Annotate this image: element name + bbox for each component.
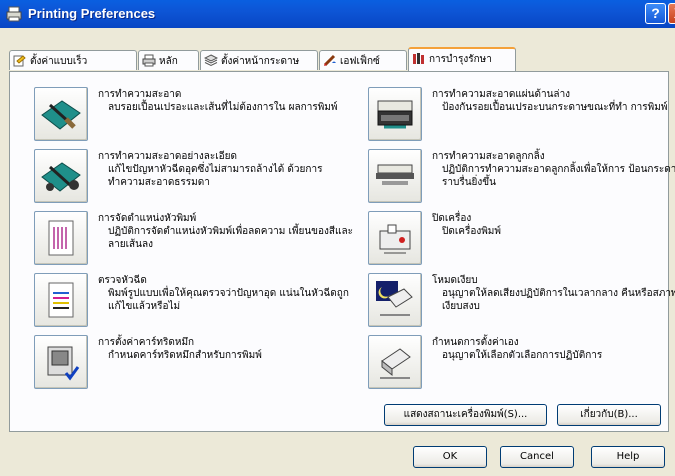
maintenance-panel: การทำความสะอาด ลบรอยเปื้อนเปรอะและเส้นที… — [9, 71, 675, 432]
bottom-plate-cleaning-icon — [377, 100, 413, 129]
item-description: ปิดเครื่องพิมพ์ — [442, 226, 501, 237]
item-description: ป้องกันรอยเปื้อนเปรอะบนกระดาษขณะที่ทำ กา… — [442, 102, 668, 113]
nozzle-check-icon — [48, 282, 74, 318]
custom-settings-icon — [380, 348, 411, 379]
printer-status-button[interactable]: แสดงสถานะเครื่องพิมพ์(S)... — [384, 404, 547, 426]
help-button[interactable]: Help — [591, 446, 665, 468]
roller-cleaning-item: การทำความสะอาดลูกกลิ้ง ปฏิบัติการทำความส… — [368, 149, 675, 209]
about-button[interactable]: เกี่ยวกับ(B)... — [557, 404, 661, 426]
tab-quick-settings[interactable]: ตั้งค่าแบบเร็ว — [9, 50, 137, 70]
item-title: การตั้งค่าคาร์ทริดหมึก — [98, 337, 195, 348]
custom-settings-item: กำหนดการตั้งค่าเอง อนุญาตให้เลือกตัวเลือ… — [368, 335, 675, 395]
power-off-icon — [379, 224, 411, 254]
head-alignment-icon — [48, 220, 74, 256]
item-description: พิมพ์รูปแบบเพื่อให้คุณตรวจว่าปัญหาอุด แน… — [108, 288, 349, 312]
tab-effects[interactable]: เอฟเฟ็กซ์ — [319, 50, 407, 70]
quick-settings-icon — [13, 55, 26, 67]
power-off-button[interactable] — [368, 211, 422, 265]
head-alignment-button[interactable] — [34, 211, 88, 265]
tab-label: การบำรุงรักษา — [429, 54, 492, 65]
item-description: อนุญาตให้ลดเสียงปฏิบัติการในเวลากลาง คืน… — [442, 288, 675, 312]
power-off-item: ปิดเครื่อง ปิดเครื่องพิมพ์ — [368, 211, 675, 271]
maintenance-icon — [413, 53, 424, 64]
tab-label: เอฟเฟ็กซ์ — [340, 56, 380, 67]
nozzle-check-item: ตรวจหัวฉีด พิมพ์รูปแบบเพื่อให้คุณตรวจว่า… — [34, 273, 364, 333]
item-description: ปฏิบัติการทำความสะอาดลูกกลิ้งเพื่อให้การ… — [442, 164, 675, 188]
quiet-mode-item: โหมดเงียบ อนุญาตให้ลดเสียงปฏิบัติการในเว… — [368, 273, 675, 333]
item-title: ปิดเครื่อง — [432, 213, 472, 224]
quiet-mode-icon — [376, 281, 413, 316]
item-title: ตรวจหัวฉีด — [98, 275, 147, 286]
item-title: การทำความสะอาด — [98, 89, 182, 100]
item-title: โหมดเงียบ — [432, 275, 478, 286]
cleaning-button[interactable] — [34, 87, 88, 141]
item-description: ลบรอยเปื้อนเปรอะและเส้นที่ไม่ต้องการใน ผ… — [108, 102, 338, 113]
cancel-button[interactable]: Cancel — [500, 446, 574, 468]
tab-main[interactable]: หลัก — [138, 50, 199, 70]
bottom-plate-cleaning-item: การทำความสะอาดแผ่นด้านล่าง ป้องกันรอยเปื… — [368, 87, 675, 147]
nozzle-check-button[interactable] — [34, 273, 88, 327]
main-icon — [142, 54, 156, 67]
cleaning-icon — [41, 100, 81, 130]
ink-cartridge-button[interactable] — [34, 335, 88, 389]
tab-label: หลัก — [159, 56, 178, 67]
item-title: การทำความสะอาดลูกกลิ้ง — [432, 151, 545, 162]
tab-page-setup[interactable]: ตั้งค่าหน้ากระดาษ — [200, 50, 318, 70]
item-description: อนุญาตให้เลือกตัวเลือกการปฏิบัติการ — [442, 350, 603, 361]
custom-settings-button[interactable] — [368, 335, 422, 389]
help-title-button[interactable]: ? — [645, 3, 666, 24]
title-bar[interactable]: Printing Preferences ? X — [0, 0, 675, 28]
item-description: ปฏิบัติการจัดตำแหน่งหัวพิมพ์เพื่อลดความ … — [108, 226, 353, 250]
item-title: การทำความสะอาดแผ่นด้านล่าง — [432, 89, 571, 100]
tab-maintenance[interactable]: การบำรุงรักษา — [408, 47, 516, 71]
quiet-mode-button[interactable] — [368, 273, 422, 327]
roller-cleaning-button[interactable] — [368, 149, 422, 203]
item-description: กำหนดคาร์ทริดหมึกสำหรับการพิมพ์ — [108, 350, 262, 361]
deep-cleaning-item: การทำความสะอาดอย่างละเอียด แก้ไขปัญหาหัว… — [34, 149, 364, 209]
deep-cleaning-icon — [41, 162, 81, 192]
item-title: การทำความสะอาดอย่างละเอียด — [98, 151, 237, 162]
cleaning-item: การทำความสะอาด ลบรอยเปื้อนเปรอะและเส้นที… — [34, 87, 364, 147]
tab-label: ตั้งค่าหน้ากระดาษ — [221, 56, 300, 67]
tab-label: ตั้งค่าแบบเร็ว — [30, 56, 88, 67]
tab-strip: ตั้งค่าแบบเร็ว หลัก ตั้งค่าหน้ากระดาษ เอ… — [9, 47, 669, 72]
deep-cleaning-button[interactable] — [34, 149, 88, 203]
item-description: แก้ไขปัญหาหัวฉีดอุดซึ่งไม่สามารถล้างได้ … — [108, 164, 323, 188]
item-title: กำหนดการตั้งค่าเอง — [432, 337, 519, 348]
window-title: Printing Preferences — [28, 6, 156, 21]
ok-button[interactable]: OK — [413, 446, 487, 468]
ink-cartridge-item: การตั้งค่าคาร์ทริดหมึก กำหนดคาร์ทริดหมึก… — [34, 335, 364, 395]
head-alignment-item: การจัดตำแหน่งหัวพิมพ์ ปฏิบัติการจัดตำแหน… — [34, 211, 364, 271]
printer-icon — [6, 6, 22, 22]
item-title: การจัดตำแหน่งหัวพิมพ์ — [98, 213, 197, 224]
bottom-plate-cleaning-button[interactable] — [368, 87, 422, 141]
roller-cleaning-icon — [376, 164, 414, 185]
effects-icon — [323, 54, 336, 67]
close-title-button[interactable]: X — [668, 3, 675, 24]
page-setup-icon — [204, 54, 218, 67]
ink-cartridge-icon — [47, 346, 80, 381]
